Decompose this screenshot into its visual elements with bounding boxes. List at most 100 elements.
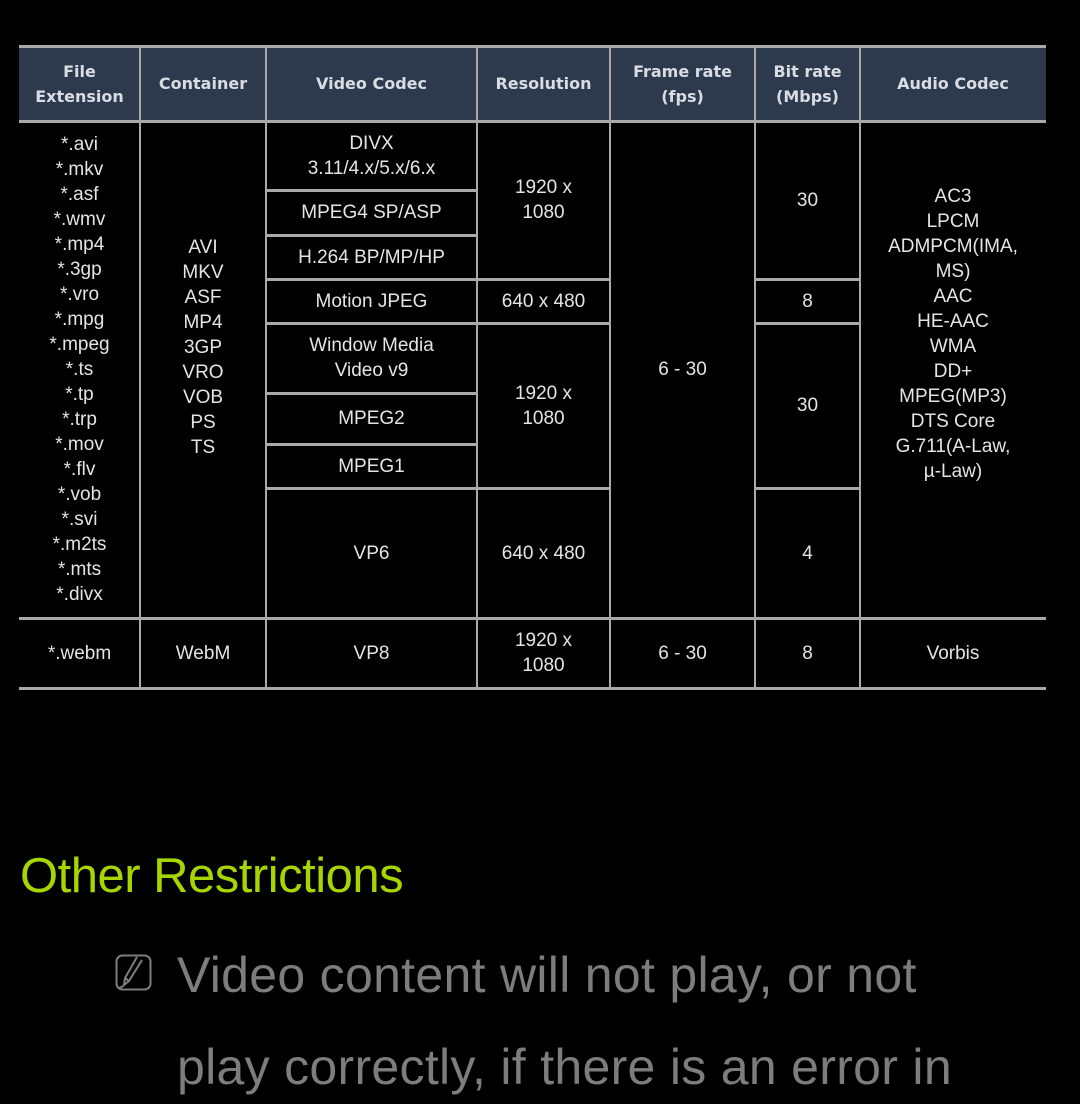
audio-codec: G.711(A-Law, (895, 435, 1011, 457)
column-divider (859, 46, 861, 688)
audio-codec: AAC (933, 285, 973, 307)
file-extension: *.mpeg (49, 334, 110, 355)
resolution-cell: 640 x 480 (501, 542, 586, 564)
row-divider (266, 392, 477, 395)
audio-codec-list: AC3 LPCM ADMPCM(IMA, MS) AAC HE-AAC WMA … (860, 121, 1046, 618)
column-divider (139, 46, 141, 688)
row-divider (266, 322, 477, 325)
resolution-cell: 1920 x 1080 (514, 177, 573, 223)
webm-video-codec: VP8 (353, 642, 390, 664)
file-extension: *.ts (65, 359, 94, 380)
header-container: Container (158, 74, 248, 93)
video-codec-cell: Motion JPEG (315, 290, 428, 312)
audio-codec: HE-AAC (917, 310, 989, 332)
row-divider (266, 443, 477, 446)
row-divider (266, 189, 477, 192)
webm-resolution: 1920 x 1080 (514, 630, 573, 676)
header-file-extension: File Extension (35, 61, 124, 106)
row-divider (755, 322, 860, 325)
file-extension: *.mts (57, 559, 102, 580)
header-frame-rate: Frame rate (fps) (633, 61, 732, 106)
webm-bit-rate: 8 (802, 642, 813, 664)
video-codec-cell: MPEG2 (338, 408, 405, 429)
row-divider (477, 487, 610, 490)
row-divider (266, 234, 477, 237)
column-divider (476, 46, 478, 688)
note-pencil-icon (115, 954, 152, 991)
audio-codec: AC3 (934, 185, 972, 207)
file-extension: *.flv (63, 459, 96, 480)
file-extension: *.vob (57, 484, 102, 505)
header-video-codec: Video Codec (316, 74, 427, 93)
file-extension: *.divx (56, 584, 103, 605)
container-list: AVI MKV ASF MP4 3GP VRO VOB PS TS (140, 121, 266, 618)
resolution-cell: 1920 x 1080 (514, 382, 573, 429)
webm-frame-rate: 6 - 30 (658, 642, 707, 664)
section-title: Other Restrictions (20, 849, 404, 903)
container-item: ASF (184, 287, 222, 308)
container-item: MP4 (183, 312, 223, 333)
row-divider (266, 278, 477, 281)
group-divider-rule (19, 617, 1046, 620)
row-divider (477, 278, 610, 281)
header-bit-rate: Bit rate (Mbps) (773, 61, 842, 106)
table-top-rule (19, 45, 1046, 48)
video-codec-cell: MPEG1 (338, 455, 405, 477)
audio-codec: ADMPCM(IMA, (888, 235, 1018, 257)
frame-rate-cell: 6 - 30 (658, 359, 707, 380)
video-codec-cell: DIVX 3.11/4.x/5.x/6.x (307, 132, 436, 179)
container-item: AVI (188, 237, 218, 258)
note-text-line: Video content will not play, or not (177, 947, 917, 1003)
audio-codec: MPEG(MP3) (899, 385, 1007, 407)
file-extension: *.3gp (57, 259, 102, 280)
container-item: 3GP (183, 337, 223, 358)
container-item: MKV (182, 262, 224, 283)
file-extension-list: *.avi *.mkv *.asf *.wmv *.mp4 *.3gp *.vr… (19, 121, 140, 618)
column-divider (609, 46, 611, 688)
bit-rate-cell: 30 (796, 395, 819, 416)
audio-codec: LPCM (926, 210, 980, 232)
file-extension: *.m2ts (52, 534, 107, 555)
file-extension: *.trp (62, 409, 97, 430)
row-divider (755, 487, 860, 490)
audio-codec: DD+ (933, 360, 973, 382)
file-extension: *.mp4 (54, 234, 105, 255)
file-extension: *.mkv (55, 159, 104, 180)
column-divider (754, 46, 756, 688)
video-codec-cell: Window Media Video v9 (309, 335, 434, 381)
bit-rate-cell: 8 (802, 290, 813, 312)
table-bottom-rule (19, 687, 1046, 690)
file-extension: *.vro (59, 284, 100, 305)
video-codec-table: File Extension Container Video Codec Res… (19, 45, 1046, 690)
header-resolution: Resolution (495, 74, 592, 93)
file-extension: *.wmv (53, 209, 106, 230)
container-item: TS (190, 437, 216, 458)
row-divider (266, 487, 477, 490)
file-extension: *.svi (61, 509, 98, 530)
note-text-line: play correctly, if there is an error in (177, 1039, 952, 1095)
audio-codec: DTS Core (910, 410, 996, 432)
resolution-cell: 640 x 480 (501, 290, 586, 312)
webm-container: WebM (175, 642, 231, 664)
row-divider (755, 278, 860, 281)
video-codec-cell: MPEG4 SP/ASP (301, 202, 442, 223)
video-codec-cell: H.264 BP/MP/HP (298, 246, 445, 268)
webm-file-extension: *.webm (47, 642, 112, 664)
column-divider (265, 46, 267, 688)
file-extension: *.asf (60, 184, 99, 205)
row-divider (477, 322, 610, 325)
file-extension: *.avi (61, 134, 98, 155)
header-bottom-rule (19, 120, 1046, 123)
video-codec-cell: VP6 (353, 542, 390, 564)
file-extension: *.mov (55, 434, 104, 455)
container-item: VOB (182, 387, 224, 408)
bit-rate-cell: 30 (796, 189, 819, 211)
file-extension: *.mpg (54, 309, 105, 330)
container-item: PS (190, 412, 216, 433)
audio-codec: MS) (935, 260, 971, 282)
bit-rate-cell: 4 (802, 542, 813, 564)
container-item: VRO (182, 362, 224, 383)
file-extension: *.tp (65, 384, 94, 405)
audio-codec: WMA (929, 335, 977, 357)
audio-codec: µ-Law) (923, 460, 983, 482)
